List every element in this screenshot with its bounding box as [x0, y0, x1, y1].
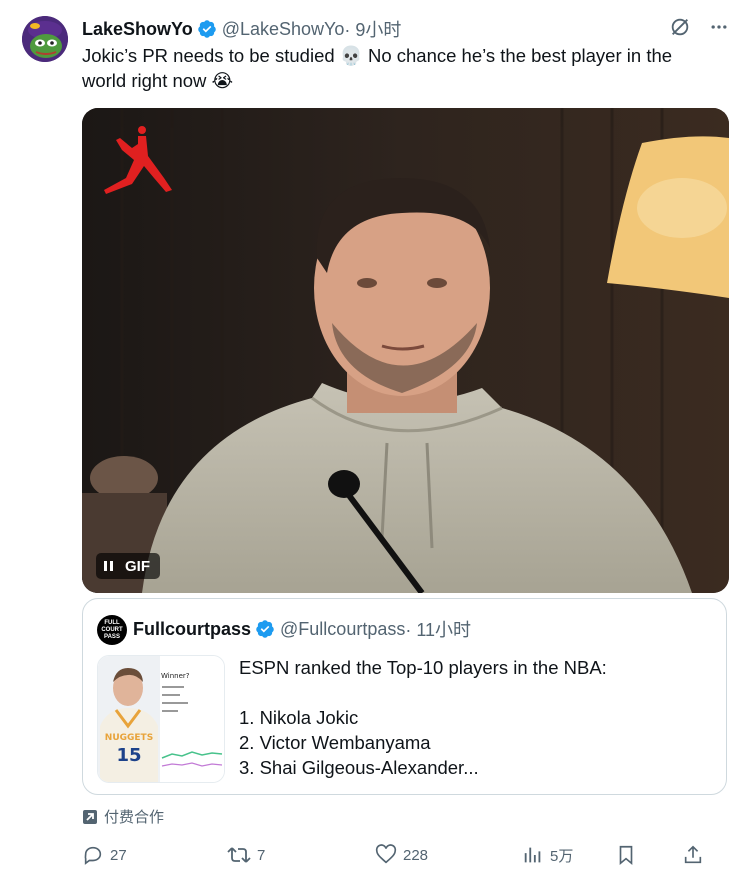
quoted-author-handle[interactable]: @Fullcourtpass [280, 619, 405, 640]
quoted-tweet-text: ESPN ranked the Top-10 players in the NB… [239, 655, 607, 780]
gif-badge[interactable]: GIF [96, 553, 160, 579]
tweet-text: Jokic’s PR needs to be studied 💀 No chan… [82, 43, 722, 93]
gif-media[interactable]: GIF [82, 108, 729, 593]
tweet-text-line: Jokic’s PR needs to be studied 💀 No chan… [82, 45, 673, 66]
retweet-icon [227, 844, 251, 866]
quoted-text-line: 3. Shai Gilgeous-Alexander... [239, 757, 479, 778]
quoted-tweet[interactable]: FULL COURT PASS Fullcourtpass @Fullcourt… [82, 598, 727, 795]
quoted-author-avatar[interactable]: FULL COURT PASS [97, 615, 127, 645]
quoted-author-name[interactable]: Fullcourtpass [133, 619, 251, 640]
heart-icon [375, 844, 397, 866]
gif-frame-illustration [82, 108, 729, 593]
tweet-time[interactable]: · 9小时 [344, 16, 401, 42]
view-count: 5万 [550, 847, 574, 865]
quoted-header: Fullcourtpass @Fullcourtpass · 11小时 [133, 616, 471, 642]
author-avatar[interactable] [22, 16, 68, 62]
quoted-tweet-time[interactable]: · 11小时 [405, 616, 471, 642]
retweet-count: 7 [257, 846, 266, 864]
quoted-text-line: 1. Nikola Jokic [239, 707, 359, 728]
views-button[interactable]: 5万 [522, 844, 573, 866]
paid-partnership[interactable]: 付费合作 [82, 806, 164, 827]
winner-label-text: Winner? [161, 672, 190, 680]
grok-icon[interactable] [669, 16, 691, 38]
retweet-button[interactable]: 7 [227, 844, 265, 866]
tweet-header: LakeShowYo @LakeShowYo · 9小时 [82, 17, 401, 41]
author-name[interactable]: LakeShowYo [82, 19, 193, 40]
jokic-thumbnail-illustration: NUGGETS 15 Winner? [98, 656, 224, 782]
reply-count: 27 [110, 846, 127, 864]
verified-badge-icon [255, 619, 275, 639]
share-button[interactable] [682, 844, 704, 866]
verified-badge-icon [197, 19, 217, 39]
pause-icon[interactable] [104, 561, 113, 571]
paid-label: 付费合作 [104, 809, 165, 826]
arrow-up-right-icon [82, 809, 98, 825]
gif-label: GIF [125, 557, 150, 575]
bookmark-icon [615, 844, 637, 866]
tweet-text-line: world right now 😭 [82, 70, 234, 91]
more-icon[interactable] [709, 17, 729, 37]
quoted-text-line: 2. Victor Wembanyama [239, 732, 431, 753]
bookmark-button[interactable] [615, 844, 637, 866]
quoted-avatar-text: FULL COURT PASS [101, 619, 123, 640]
reply-button[interactable]: 27 [82, 844, 127, 866]
jersey-number-text: 15 [116, 745, 141, 766]
like-button[interactable]: 228 [375, 844, 428, 866]
tweet-top-actions [669, 16, 729, 38]
quoted-text-line [239, 680, 607, 705]
like-count: 228 [403, 846, 429, 864]
tweet-actions: 27 7 228 5万 [82, 844, 732, 870]
jersey-team-text: NUGGETS [105, 733, 153, 743]
author-handle[interactable]: @LakeShowYo [222, 19, 345, 40]
reply-icon [82, 844, 104, 866]
share-icon [682, 844, 704, 866]
bar-chart-icon [522, 844, 544, 866]
quoted-text-line: ESPN ranked the Top-10 players in the NB… [239, 657, 607, 678]
quoted-thumbnail[interactable]: NUGGETS 15 Winner? [97, 655, 225, 783]
